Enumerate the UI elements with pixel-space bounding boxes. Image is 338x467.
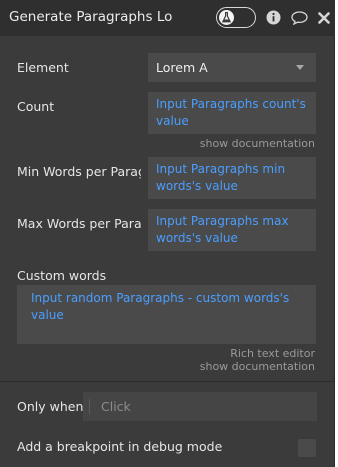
breakpoint-checkbox[interactable] — [298, 439, 316, 457]
panel-header: Generate Paragraphs Lo — [0, 0, 335, 36]
min-words-label: Min Words per Paragr — [17, 164, 141, 179]
chevron-down-icon — [296, 65, 304, 70]
comment-icon[interactable] — [291, 11, 308, 25]
element-dropdown[interactable]: Lorem A — [148, 53, 316, 82]
count-show-documentation-link[interactable]: show documentation — [200, 137, 315, 150]
count-value: Input Paragraphs count's value — [156, 97, 306, 128]
max-words-value: Input Paragraphs max words's value — [156, 214, 289, 245]
count-field[interactable]: Input Paragraphs count's value — [148, 92, 316, 134]
min-words-value: Input Paragraphs min words's value — [156, 162, 286, 193]
max-words-field[interactable]: Input Paragraphs max words's value — [148, 209, 316, 251]
section-divider — [0, 381, 335, 382]
custom-words-value: Input random Paragraphs - custom words's… — [31, 291, 290, 322]
breakpoint-label: Add a breakpoint in debug mode — [17, 439, 223, 454]
element-label: Element — [17, 60, 69, 75]
property-editor-panel: Generate Paragraphs Lo Element Lorem A C… — [0, 0, 335, 467]
max-words-label: Max Words per Parag — [17, 216, 141, 231]
only-when-label: Only when — [17, 399, 84, 414]
custom-words-field[interactable]: Input random Paragraphs - custom words's… — [17, 285, 316, 344]
only-when-placeholder: Click — [101, 399, 131, 414]
custom-words-show-documentation-link[interactable]: show documentation — [200, 360, 315, 373]
flask-icon — [219, 9, 234, 25]
panel-title: Generate Paragraphs Lo — [9, 9, 173, 25]
info-icon[interactable] — [266, 10, 281, 25]
debug-toggle[interactable] — [216, 7, 256, 28]
only-when-condition-input[interactable]: Click — [83, 392, 317, 421]
element-selected-value: Lorem A — [156, 60, 208, 75]
count-label: Count — [17, 99, 55, 114]
min-words-field[interactable]: Input Paragraphs min words's value — [148, 157, 316, 199]
custom-words-label: Custom words — [17, 268, 107, 283]
close-icon[interactable] — [318, 12, 330, 24]
input-separator — [89, 399, 90, 414]
rich-text-editor-link[interactable]: Rich text editor — [230, 347, 315, 360]
